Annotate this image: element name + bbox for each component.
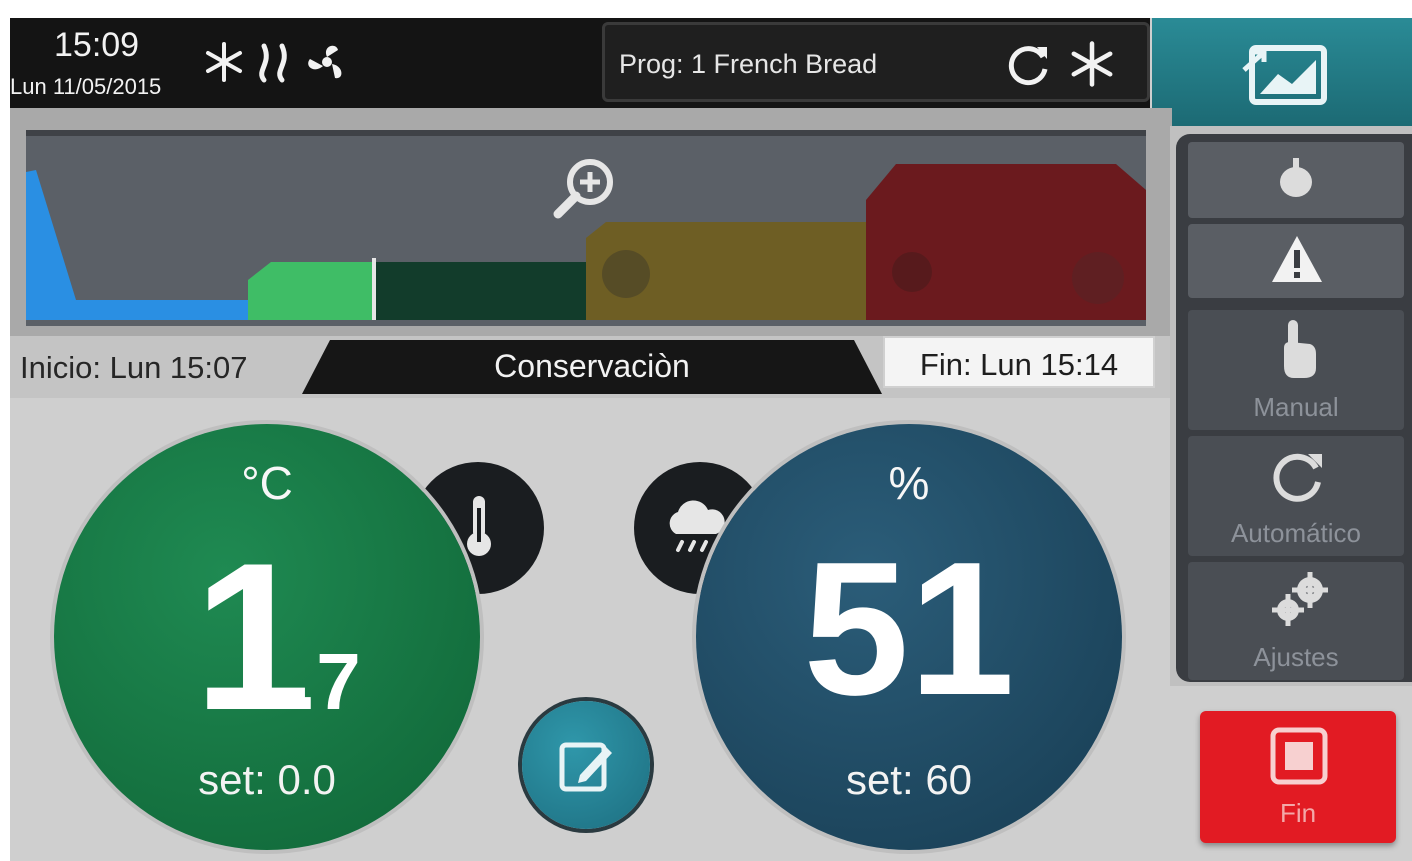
humidity-setpoint: set: 60 xyxy=(845,756,973,803)
settings-label: Ajustes xyxy=(1253,642,1339,672)
date: Lun 11/05/2015 xyxy=(10,74,162,99)
phase-conservation xyxy=(376,262,586,320)
clock: 15:09 xyxy=(54,26,140,64)
warning-icon xyxy=(1270,234,1324,289)
graph-icon xyxy=(1242,40,1332,115)
app-frame: 15:09 Lun 11/05/2015 Prog: 1 French Brea… xyxy=(10,18,1412,861)
program-label: Prog: 1 French Bread xyxy=(619,49,878,79)
zoom-in-icon[interactable] xyxy=(550,158,620,225)
probe-button[interactable] xyxy=(1188,142,1404,218)
status-icons xyxy=(202,40,352,89)
stop-icon xyxy=(1270,727,1328,790)
phase-stage-2 xyxy=(248,262,374,320)
edit-icon xyxy=(558,737,616,800)
refresh-icon xyxy=(1268,446,1328,511)
humidity-unit: % xyxy=(888,457,930,509)
chart-phase-icon xyxy=(602,250,650,298)
chart-phase-icon xyxy=(892,252,932,292)
current-phase-name: Conservaciòn xyxy=(494,348,690,384)
humidity-value: 51 xyxy=(803,523,1015,735)
program-panel[interactable]: Prog: 1 French Bread xyxy=(602,22,1150,102)
temperature-gauge[interactable]: °C 1 .7 set: 0.0 xyxy=(54,424,480,850)
snowflake-icon xyxy=(202,40,246,89)
edit-setpoints-button[interactable] xyxy=(522,701,650,829)
fin-label: Fin xyxy=(1279,798,1317,828)
manual-label: Manual xyxy=(1253,392,1339,422)
cycle-icon xyxy=(1003,39,1053,94)
steam-icon xyxy=(252,40,296,89)
temperature-unit: °C xyxy=(241,457,293,509)
snowflake-icon xyxy=(1067,39,1117,94)
start-time: Inicio: Lun 15:07 xyxy=(20,350,248,385)
phase-chart-frame xyxy=(10,108,1172,348)
end-time: Fin: Lun 15:14 xyxy=(919,347,1119,382)
probe-icon xyxy=(1276,156,1316,205)
hand-pointer-icon xyxy=(1276,318,1320,385)
chart-phase-icon xyxy=(1072,252,1124,304)
graph-button[interactable] xyxy=(1152,18,1412,126)
automatic-label: Automático xyxy=(1230,518,1362,548)
temperature-value-decimal: .7 xyxy=(294,637,361,726)
temperature-setpoint: set: 0.0 xyxy=(198,756,336,803)
fan-icon xyxy=(302,40,352,89)
current-phase-marker xyxy=(372,258,376,320)
phase-chart[interactable] xyxy=(26,130,1146,326)
gears-icon xyxy=(1270,572,1334,633)
humidity-gauge[interactable]: % 51 set: 60 xyxy=(696,424,1122,850)
alarm-button[interactable] xyxy=(1188,224,1404,298)
phase-cooling xyxy=(26,170,248,320)
status-bar: 15:09 Lun 11/05/2015 Prog: 1 French Brea… xyxy=(10,18,1150,108)
